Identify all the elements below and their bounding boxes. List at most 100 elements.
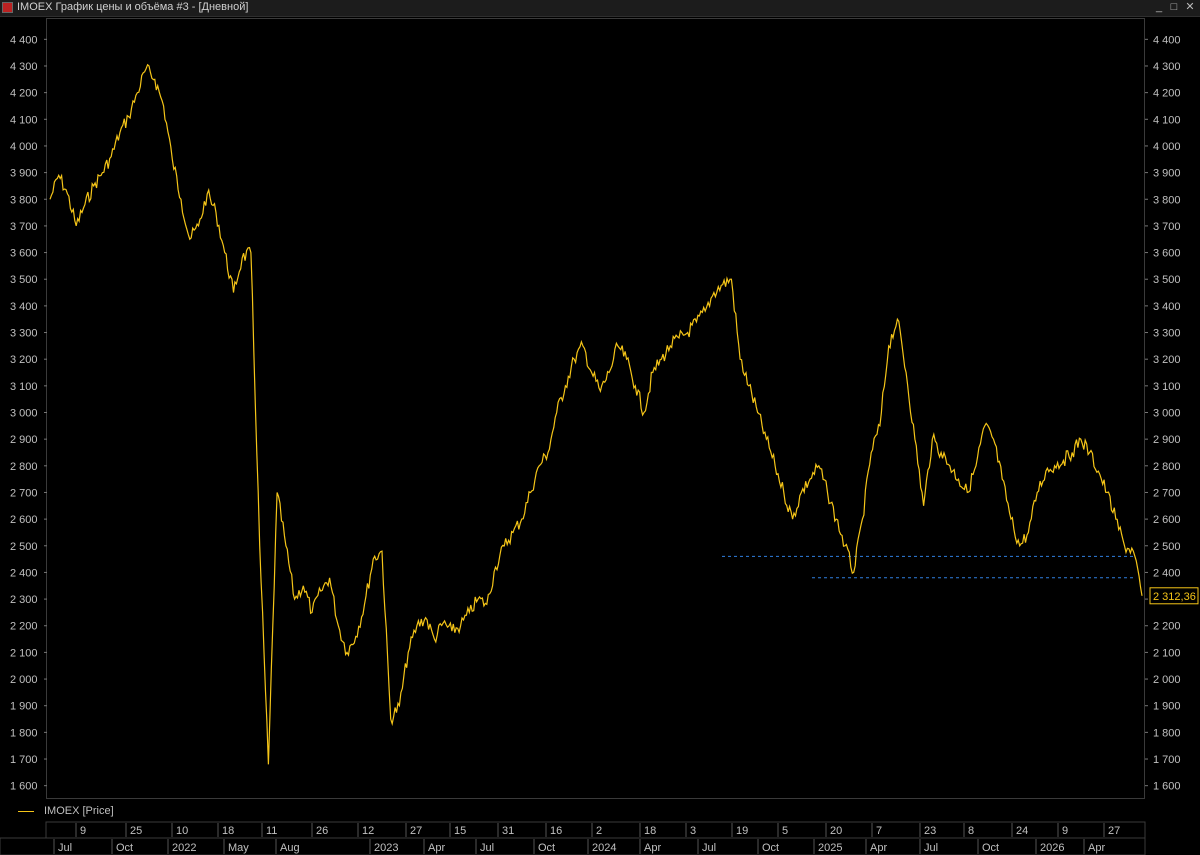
y-tick-label-right: 2 800 — [1153, 461, 1181, 473]
x-day-label: 27 — [1108, 825, 1120, 837]
y-tick-label-left: 2 600 — [10, 514, 38, 526]
y-tick-label-left: 3 000 — [10, 407, 38, 419]
y-tick-label-right: 1 900 — [1153, 701, 1181, 713]
y-tick-label-left: 2 800 — [10, 461, 38, 473]
y-tick-label-right: 1 600 — [1153, 781, 1181, 793]
y-tick-label-left: 2 000 — [10, 674, 38, 686]
y-tick-label-left: 1 700 — [10, 754, 38, 766]
x-axis-day-row — [45, 821, 1146, 839]
x-month-label: Oct — [982, 842, 999, 854]
y-tick-label-left: 4 000 — [10, 141, 38, 153]
x-day-label: 24 — [1016, 825, 1028, 837]
y-tick-label-right: 3 700 — [1153, 221, 1181, 233]
x-day-label: 31 — [502, 825, 514, 837]
y-tick-label-right: 3 500 — [1153, 274, 1181, 286]
legend-label: IMOEX [Price] — [44, 805, 114, 817]
x-month-label: Oct — [538, 842, 555, 854]
y-tick-label-right: 3 600 — [1153, 248, 1181, 260]
maximize-icon[interactable]: □ — [1167, 0, 1181, 15]
y-tick-label-left: 3 400 — [10, 301, 38, 313]
minimize-icon[interactable]: _ — [1152, 0, 1166, 15]
chart-app-icon[interactable] — [2, 2, 13, 13]
x-month-label: Jul — [58, 842, 72, 854]
y-tick-label-left: 3 300 — [10, 328, 38, 340]
y-tick-label-right: 3 400 — [1153, 301, 1181, 313]
y-tick-label-left: 2 400 — [10, 567, 38, 579]
x-day-label: 9 — [80, 825, 86, 837]
legend-swatch — [18, 810, 34, 812]
y-tick-label-right: 4 300 — [1153, 61, 1181, 73]
y-tick-label-right: 4 000 — [1153, 141, 1181, 153]
x-day-label: 11 — [266, 825, 277, 837]
y-tick-label-left: 2 700 — [10, 487, 38, 499]
y-tick-label-right: 3 300 — [1153, 328, 1181, 340]
x-month-label: 2023 — [374, 842, 398, 854]
x-day-label: 23 — [924, 825, 936, 837]
x-axis-months: Jul Oct 2022 May Aug 2023 Apr Jul Oct 2024 Apr Jul O… — [0, 837, 1146, 855]
y-tick-label-right: 1 800 — [1153, 727, 1181, 739]
x-day-label: 9 — [1062, 825, 1068, 837]
x-day-label: 18 — [222, 825, 234, 837]
y-tick-label-left: 2 100 — [10, 647, 38, 659]
last-value-group: 2 312,36 — [1149, 587, 1199, 605]
x-day-label: 2 — [596, 825, 602, 837]
x-month-label: 2024 — [592, 842, 616, 854]
x-month-label: Apr — [428, 842, 445, 854]
y-tick-label-right: 2 300 — [1153, 594, 1181, 606]
y-tick-label-right: 2 500 — [1153, 541, 1181, 553]
y-tick-label-right: 4 100 — [1153, 114, 1181, 126]
y-tick-label-right: 2 100 — [1153, 647, 1181, 659]
y-tick-label-left: 2 200 — [10, 621, 38, 633]
y-tick-label-right: 3 100 — [1153, 381, 1181, 393]
y-tick-label-left: 4 400 — [10, 34, 38, 46]
x-month-label: Oct — [762, 842, 779, 854]
y-tick-label-left: 3 800 — [10, 194, 38, 206]
y-tick-label-right: 2 000 — [1153, 674, 1181, 686]
y-tick-label-left: 1 900 — [10, 701, 38, 713]
x-month-label: Apr — [644, 842, 661, 854]
x-month-label: 2022 — [172, 842, 196, 854]
x-day-label: 10 — [176, 825, 188, 837]
y-tick-label-left: 3 500 — [10, 274, 38, 286]
y-axis-left: 4 400 4 300 4 200 4 100 4 000 3 900 3 800 3 700… — [10, 34, 47, 793]
last-value-box — [1149, 587, 1199, 605]
x-day-label: 25 — [130, 825, 142, 837]
y-tick-label-right: 4 400 — [1153, 34, 1181, 46]
x-month-label: Aug — [280, 842, 300, 854]
x-day-label: 8 — [968, 825, 974, 837]
y-tick-label-left: 2 900 — [10, 434, 38, 446]
close-icon[interactable]: ✕ — [1183, 0, 1197, 15]
x-day-label: 18 — [644, 825, 656, 837]
legend[interactable]: IMOEX [Price] — [18, 805, 114, 817]
y-tick-label-right: 3 800 — [1153, 194, 1181, 206]
y-tick-label-left: 3 900 — [10, 168, 38, 180]
x-axis-days: 9 25 10 18 11 26 12 27 15 31 16 2 18 3 19 5 20 7 23 8 24 9 27 — [45, 821, 1146, 839]
y-tick-label-right: 3 000 — [1153, 407, 1181, 419]
x-day-label: 16 — [550, 825, 562, 837]
x-day-label: 3 — [690, 825, 696, 837]
y-tick-label-right: 2 700 — [1153, 487, 1181, 499]
y-tick-label-left: 3 100 — [10, 381, 38, 393]
y-tick-label-left: 3 600 — [10, 248, 38, 260]
y-tick-label-left: 3 700 — [10, 221, 38, 233]
y-tick-label-right: 2 900 — [1153, 434, 1181, 446]
y-tick-label-right: 2 600 — [1153, 514, 1181, 526]
plot-area[interactable] — [46, 18, 1145, 799]
x-month-label: Apr — [1088, 842, 1105, 854]
x-day-label: 20 — [830, 825, 842, 837]
x-day-label: 19 — [736, 825, 748, 837]
y-tick-label-right: 2 400 — [1153, 567, 1181, 579]
y-tick-label-left: 4 300 — [10, 61, 38, 73]
x-day-label: 27 — [410, 825, 422, 837]
window-title-bar[interactable]: IMOEX График цены и объёма #3 - [Дневной… — [0, 0, 1200, 17]
x-day-label: 12 — [362, 825, 374, 837]
y-tick-label-left: 2 300 — [10, 594, 38, 606]
window-title: IMOEX График цены и объёма #3 - [Дневной… — [17, 1, 249, 13]
x-axis-month-row — [0, 837, 1146, 855]
x-month-label: Apr — [870, 842, 887, 854]
y-tick-label-left: 4 200 — [10, 88, 38, 100]
y-axis-right: 4 400 4 300 4 200 4 100 4 000 3 900 3 800 3 700… — [1145, 34, 1181, 793]
y-tick-label-left: 4 100 — [10, 114, 38, 126]
x-month-label: Jul — [702, 842, 716, 854]
x-day-label: 26 — [316, 825, 328, 837]
